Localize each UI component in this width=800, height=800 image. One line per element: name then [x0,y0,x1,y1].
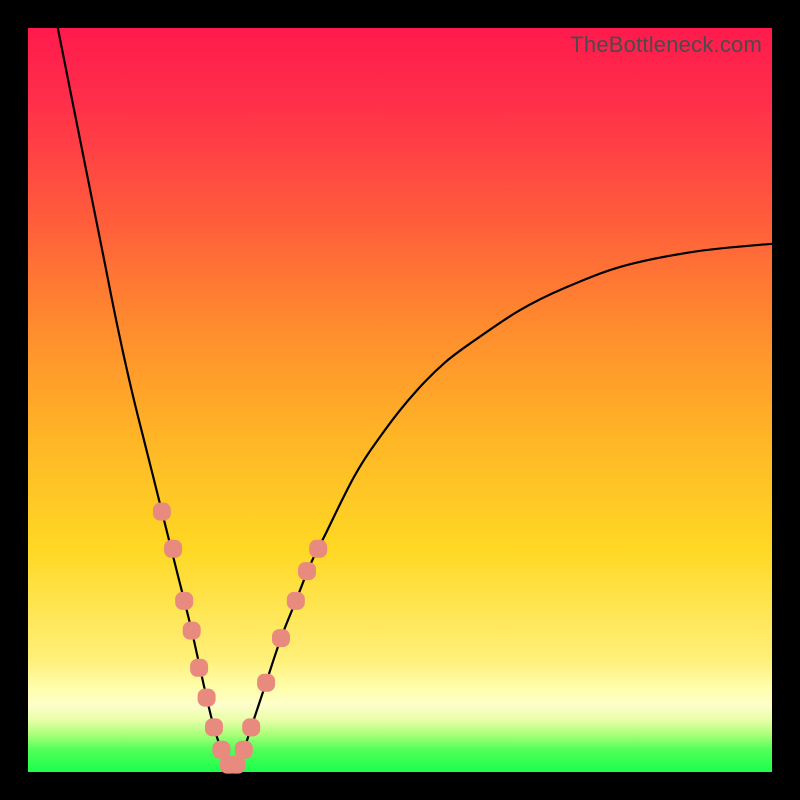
curve-marker [205,718,223,736]
plot-area: TheBottleneck.com [28,28,772,772]
curve-marker [153,503,171,521]
curve-marker [198,689,216,707]
curve-marker [164,540,182,558]
curve-marker [242,718,260,736]
curve-marker [298,562,316,580]
curve-marker [272,629,290,647]
curve-marker [175,592,193,610]
curve-marker [183,622,201,640]
curve-marker [287,592,305,610]
bottleneck-curve [58,28,772,766]
curve-marker [257,674,275,692]
curve-marker [235,741,253,759]
markers-group [153,503,327,774]
curve-svg [28,28,772,772]
chart-frame: TheBottleneck.com [0,0,800,800]
curve-marker [309,540,327,558]
curve-marker [190,659,208,677]
